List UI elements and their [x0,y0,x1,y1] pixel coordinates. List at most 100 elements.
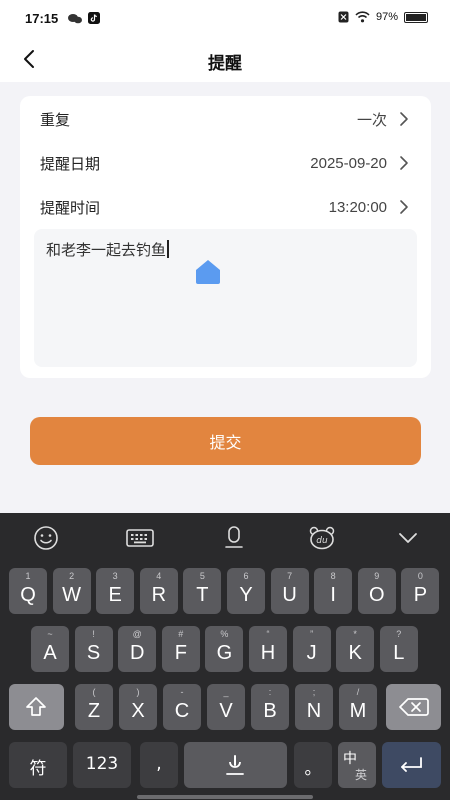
key-label: S [86,642,101,664]
period-label: 。 [304,759,322,779]
chevron-right-icon [400,156,408,170]
key-hint: 5 [199,571,205,581]
keyboard-icon [126,529,154,547]
key-a[interactable]: ~ A [31,626,69,672]
backspace-key[interactable] [386,684,441,730]
voice-input-button[interactable] [220,525,248,551]
submit-button[interactable]: 提交 [30,417,421,465]
key-hint: 8 [330,571,336,581]
microphone-icon [225,526,243,548]
lang-primary: 中 [343,751,357,767]
key-label: Q [20,584,36,606]
enter-key[interactable] [382,742,441,788]
key-l[interactable]: ? L [379,626,418,672]
key-m[interactable]: / M [339,684,377,730]
key-hint: @ [132,629,142,639]
key-label: H [260,642,276,664]
key-label: M [349,700,367,722]
key-y[interactable]: 6Y [227,568,265,614]
numbers-label: 123 [85,754,119,774]
key-u[interactable]: 7U [270,568,309,614]
key-label: T [196,584,209,606]
key-h[interactable]: “H [249,626,287,672]
shift-key[interactable] [9,684,64,730]
key-v[interactable]: _ V [207,684,245,730]
key-j[interactable]: ” J [292,626,331,672]
key-i[interactable]: 8I [314,568,353,614]
key-label: Y [239,584,253,606]
key-label: W [62,584,82,606]
key-hint: * [353,629,357,639]
key-q[interactable]: 1Q [9,568,47,614]
key-label: B [263,700,277,722]
key-hint: _ [223,687,229,697]
chevron-right-icon [400,200,408,214]
keyboard-switch-button[interactable] [126,525,154,551]
system-icons: 97% [338,11,428,23]
enter-icon [401,757,422,772]
wechat-icon [68,13,82,23]
key-label: N [306,700,322,722]
key-p[interactable]: 0P [401,568,440,614]
key-f[interactable]: # F [161,626,200,672]
repeat-row[interactable]: 重复 一次 [20,97,431,141]
key-hint: 6 [243,571,249,581]
key-label: E [108,584,122,606]
key-z[interactable]: (Z [75,684,113,730]
period-key[interactable]: 。 [294,742,332,788]
key-w[interactable]: 2W [52,568,91,614]
key-hint: % [220,629,229,639]
battery-icon [404,11,428,23]
key-label: V [219,700,233,722]
space-key[interactable] [184,742,287,788]
backspace-icon [399,698,429,716]
key-n[interactable]: ; N [295,684,333,730]
key-g[interactable]: % G [205,626,244,672]
key-label: R [151,584,167,606]
key-hint: - [180,687,184,697]
page-title: 提醒 [208,54,242,74]
reminder-time-row[interactable]: 提醒时间 13:20:00 [20,185,431,229]
key-d[interactable]: @ D [118,626,157,672]
key-hint: 9 [374,571,380,581]
key-s[interactable]: ! S [74,626,113,672]
key-label: C [174,700,190,722]
baidu-bear-icon: du [309,526,335,550]
key-b[interactable]: :B [251,684,289,730]
emoji-icon [34,526,58,550]
emoji-button[interactable] [32,525,60,551]
numbers-key[interactable]: 123 [73,742,131,788]
collapse-keyboard-button[interactable] [394,525,422,551]
svg-text:du: du [316,536,328,546]
key-t[interactable]: 5T [183,568,222,614]
wifi-icon [355,11,370,23]
key-hint: 3 [112,571,118,581]
key-k[interactable]: * K [336,626,375,672]
cursor-handle-icon[interactable] [195,259,221,285]
key-hint: 7 [287,571,293,581]
comma-key[interactable]: , [140,742,178,788]
battery-percent: 97% [375,11,398,23]
key-label: O [369,584,385,606]
notification-icons [68,12,100,24]
language-toggle-key[interactable]: 中 英 [338,742,376,788]
key-o[interactable]: 9O [357,568,396,614]
reminder-date-value: 2025-09-20 [310,154,387,172]
key-hint: # [178,629,184,639]
key-label: K [348,642,362,664]
key-label: I [330,584,336,606]
key-r[interactable]: 4R [139,568,178,614]
symbols-key[interactable]: 符 [9,742,67,788]
reminder-time-label: 提醒时间 [40,198,101,217]
key-x[interactable]: ) X [119,684,157,730]
reminder-time-value: 13:20:00 [328,198,387,216]
reminder-date-row[interactable]: 提醒日期 2025-09-20 [20,141,431,185]
baidu-button[interactable]: du [308,525,336,551]
key-hint: ! [92,629,95,639]
key-e[interactable]: 3E [96,568,135,614]
note-textarea[interactable]: 和老李一起去钓鱼 [34,229,417,367]
text-caret [167,240,169,258]
sim-off-icon [338,11,349,23]
key-c[interactable]: -C [163,684,201,730]
soft-keyboard: du 1 Q 2 W 3 E 4 R 5 T 6 Y 7 U 8 I 9 O 0 P ~ A! S @ D # F% G “H” J * K?… [0,513,450,800]
